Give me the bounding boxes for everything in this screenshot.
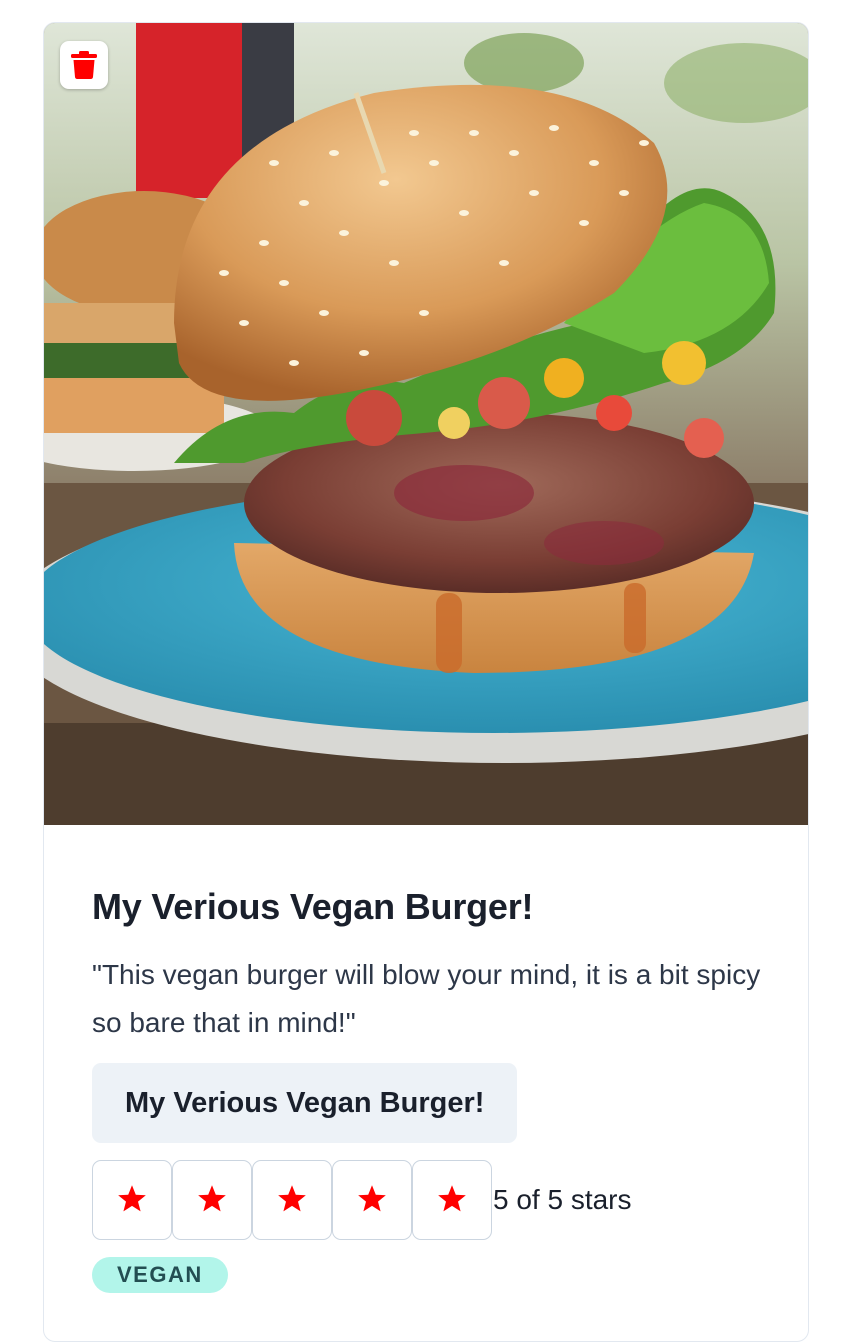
rating-label: 5 of 5 stars [493,1184,632,1215]
recipe-title: My Verious Vegan Burger! [92,886,534,927]
star-button-2[interactable] [172,1160,252,1240]
star-icon [276,1184,308,1217]
recipe-name-button[interactable]: My Verious Vegan Burger! [92,1063,518,1143]
recipe-description: "This vegan burger will blow your mind, … [92,959,761,1038]
star-button-5[interactable] [412,1160,492,1240]
star-button-4[interactable] [332,1160,412,1240]
star-icon [196,1184,228,1217]
star-icon [116,1184,148,1217]
delete-button[interactable] [60,41,108,89]
diet-tag-badge: VEGAN [92,1257,228,1293]
star-icon [436,1184,468,1217]
card-body: My Verious Vegan Burger! "This vegan bur… [44,825,808,1293]
star-icon [356,1184,388,1217]
star-button-1[interactable] [92,1160,172,1240]
star-button-3[interactable] [252,1160,332,1240]
trash-icon [70,50,98,80]
burger-photo [44,23,808,825]
recipe-card: My Verious Vegan Burger! "This vegan bur… [43,22,809,1342]
star-rating: 5 of 5 stars [92,1160,760,1240]
